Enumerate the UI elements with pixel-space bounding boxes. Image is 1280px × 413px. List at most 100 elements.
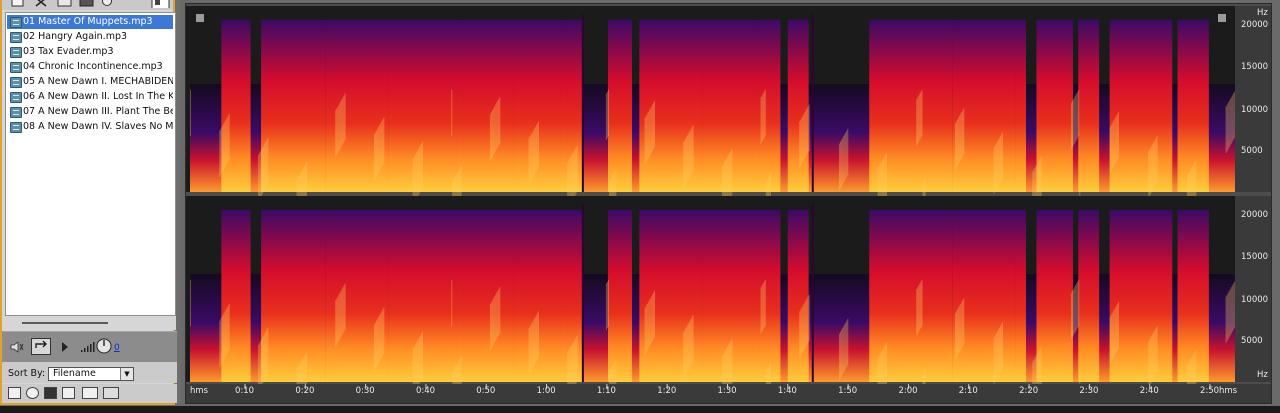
spectral-streak bbox=[608, 279, 609, 327]
file-list[interactable]: 01 Master Of Muppets.mp3 02 Hangry Again… bbox=[5, 12, 176, 316]
open-file-icon[interactable] bbox=[11, 0, 25, 8]
transition-line bbox=[811, 204, 814, 382]
time-tick-label: 1:50 bbox=[838, 386, 858, 396]
spectral-streak bbox=[575, 337, 577, 384]
spectral-streak bbox=[1232, 93, 1234, 140]
scrollbar-thumb[interactable] bbox=[22, 322, 108, 324]
film-icon[interactable] bbox=[8, 387, 21, 399]
list-item[interactable]: 06 A New Dawn II. Lost In The K bbox=[7, 90, 173, 104]
spectral-streak bbox=[842, 328, 844, 375]
spectral-streak bbox=[1150, 147, 1152, 194]
spectral-streak bbox=[1233, 91, 1235, 139]
spectral-streak bbox=[376, 130, 378, 178]
volume-knob-icon[interactable] bbox=[96, 338, 112, 354]
loud-segment bbox=[261, 210, 326, 382]
loop-icon[interactable] bbox=[31, 338, 51, 355]
spectral-streak bbox=[341, 289, 343, 336]
spectral-streak bbox=[800, 119, 802, 166]
window-icon[interactable] bbox=[151, 0, 171, 8]
spectral-streak bbox=[954, 313, 956, 360]
speaker-icon[interactable] bbox=[10, 341, 26, 353]
spectral-streak bbox=[687, 134, 689, 181]
waveform-overview-strip[interactable] bbox=[0, 406, 1280, 413]
audio-icon[interactable] bbox=[62, 387, 75, 399]
spectral-streak bbox=[489, 303, 491, 351]
audio-file-icon bbox=[10, 47, 22, 58]
spectral-streak bbox=[534, 316, 536, 364]
sort-by-select[interactable]: Filename ▼ bbox=[48, 367, 134, 381]
spectral-streak bbox=[650, 296, 652, 343]
play-icon[interactable] bbox=[60, 341, 70, 353]
spectral-streak bbox=[843, 136, 845, 183]
spectral-streak bbox=[574, 149, 576, 196]
loud-segment bbox=[608, 20, 633, 192]
spectral-streak bbox=[535, 125, 537, 172]
spectral-streak bbox=[1116, 113, 1118, 161]
spectral-streak bbox=[839, 141, 841, 189]
spectral-streak bbox=[222, 125, 224, 172]
spectral-streak bbox=[342, 287, 344, 334]
spectral-streak bbox=[336, 298, 338, 345]
insert-icon[interactable] bbox=[57, 0, 73, 8]
spectral-streak bbox=[418, 147, 420, 194]
spectral-streak bbox=[381, 311, 383, 358]
spectral-streak bbox=[994, 335, 996, 382]
spectral-streak bbox=[1113, 309, 1115, 356]
spectral-streak bbox=[995, 143, 997, 191]
file-panel-frame: 01 Master Of Muppets.mp3 02 Hangry Again… bbox=[0, 0, 177, 405]
audio-file-icon bbox=[10, 122, 22, 133]
list-item[interactable]: 07 A New Dawn III. Plant The Be bbox=[7, 105, 173, 119]
spectral-streak bbox=[1070, 292, 1072, 340]
list-item[interactable]: 05 A New Dawn I. MECHABIDEN bbox=[7, 75, 173, 89]
filter-icon[interactable] bbox=[82, 387, 98, 399]
list-item[interactable]: 01 Master Of Muppets.mp3 bbox=[7, 15, 173, 29]
time-tick-label: 1:10 bbox=[596, 386, 616, 396]
loud-segment bbox=[639, 20, 703, 192]
spectral-streak bbox=[419, 335, 421, 382]
list-item[interactable]: 08 A New Dawn IV. Slaves No M bbox=[7, 120, 173, 134]
spectral-streak bbox=[1112, 311, 1114, 358]
spectral-streak bbox=[955, 121, 957, 168]
spectral-streak bbox=[499, 97, 501, 144]
tag-icon[interactable] bbox=[103, 387, 119, 399]
volume-value[interactable]: 0 bbox=[114, 343, 120, 353]
list-item[interactable]: 03 Tax Evader.mp3 bbox=[7, 45, 173, 59]
chevron-down-icon[interactable]: ▼ bbox=[120, 368, 133, 380]
spectral-view[interactable]: 20000 15000 10000 5000 Hz 20000 15000 10000 5000… bbox=[185, 3, 1272, 404]
cd-icon[interactable] bbox=[26, 387, 39, 399]
spectral-streak bbox=[529, 326, 531, 373]
freq-tick-label: 5000 bbox=[1241, 336, 1263, 347]
spectral-streak bbox=[691, 316, 693, 364]
spectral-streak bbox=[684, 139, 686, 187]
spectral-streak bbox=[417, 149, 419, 196]
list-item[interactable]: 04 Chronic Incontinence.mp3 bbox=[7, 60, 173, 74]
spectral-streak bbox=[996, 331, 998, 379]
spectrogram[interactable] bbox=[186, 4, 1271, 403]
spectral-streak bbox=[1156, 326, 1158, 373]
grid-icon[interactable] bbox=[79, 0, 95, 8]
spectral-streak bbox=[451, 89, 453, 137]
spectral-streak bbox=[380, 123, 382, 170]
frame-icon[interactable] bbox=[44, 387, 57, 399]
spectral-streak bbox=[1078, 279, 1080, 327]
spectral-streak bbox=[338, 294, 340, 342]
spectral-streak bbox=[960, 303, 962, 351]
loud-segment bbox=[1078, 210, 1100, 382]
list-item[interactable]: 02 Hangry Again.mp3 bbox=[7, 30, 173, 44]
spectral-streak bbox=[1076, 283, 1078, 330]
clock-icon[interactable] bbox=[101, 0, 113, 8]
close-file-icon[interactable] bbox=[34, 0, 50, 8]
spectral-streak bbox=[993, 147, 995, 194]
spectral-streak bbox=[806, 298, 808, 345]
loud-segment bbox=[456, 210, 514, 382]
spectral-streak bbox=[885, 152, 887, 200]
spectral-streak bbox=[803, 113, 805, 161]
spectral-streak bbox=[492, 110, 494, 157]
spectral-streak bbox=[575, 147, 577, 194]
spectral-streak bbox=[336, 108, 338, 155]
spectral-streak bbox=[646, 303, 648, 351]
spectral-streak bbox=[497, 100, 499, 148]
file-list-scrollbar[interactable] bbox=[5, 316, 176, 330]
spectral-streak bbox=[343, 95, 345, 142]
zoom-handle-right bbox=[1218, 14, 1226, 22]
